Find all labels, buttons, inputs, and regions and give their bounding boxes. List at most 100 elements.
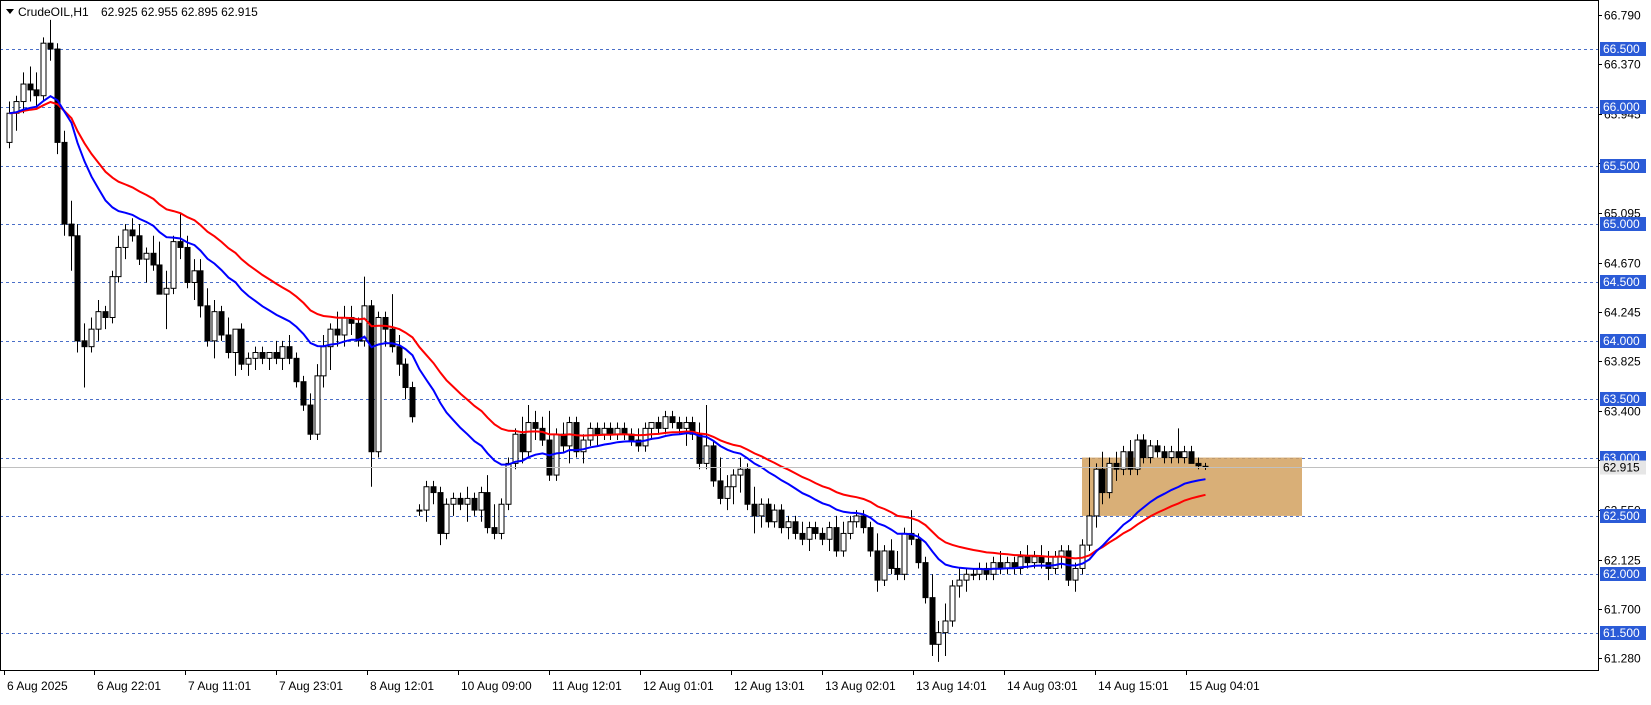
candle[interactable] <box>785 515 792 540</box>
candle[interactable] <box>47 19 54 61</box>
candle[interactable] <box>655 416 662 435</box>
candle[interactable] <box>799 521 806 546</box>
candle[interactable] <box>27 66 34 102</box>
candle[interactable] <box>238 323 245 371</box>
candle[interactable] <box>730 469 737 505</box>
candle[interactable] <box>273 340 280 365</box>
candle[interactable] <box>983 562 990 581</box>
candle[interactable] <box>901 527 908 581</box>
candle[interactable] <box>792 515 799 540</box>
candle[interactable] <box>232 328 239 376</box>
candle[interactable] <box>935 620 942 662</box>
candle[interactable] <box>191 259 198 300</box>
candle[interactable] <box>806 521 813 551</box>
candle[interactable] <box>484 475 491 534</box>
candle[interactable] <box>532 410 539 441</box>
candle[interactable] <box>1004 556 1011 575</box>
candle[interactable] <box>252 346 259 371</box>
candle[interactable] <box>348 305 355 335</box>
candle[interactable] <box>61 130 68 236</box>
candle[interactable] <box>696 422 703 470</box>
candle[interactable] <box>1024 545 1031 569</box>
candle[interactable] <box>416 504 423 516</box>
candle[interactable] <box>847 515 854 540</box>
candle[interactable] <box>669 410 676 429</box>
candle[interactable] <box>819 527 826 546</box>
candle[interactable] <box>956 568 963 598</box>
candle[interactable] <box>122 224 129 260</box>
candle[interactable] <box>1188 445 1195 464</box>
candle[interactable] <box>560 422 567 452</box>
candle[interactable] <box>519 416 526 464</box>
candle[interactable] <box>320 335 327 388</box>
candle[interactable] <box>457 492 464 511</box>
candle[interactable] <box>245 352 252 376</box>
candle[interactable] <box>163 270 170 330</box>
candle[interactable] <box>765 498 772 528</box>
candle[interactable] <box>724 475 731 511</box>
candle[interactable] <box>710 440 717 487</box>
candle[interactable] <box>642 422 649 452</box>
candle[interactable] <box>1154 440 1161 458</box>
candle[interactable] <box>177 212 184 260</box>
candle[interactable] <box>88 317 95 353</box>
candle[interactable] <box>881 545 888 586</box>
candle[interactable] <box>614 422 621 441</box>
candle[interactable] <box>286 335 293 365</box>
candle[interactable] <box>314 364 321 441</box>
candle[interactable] <box>717 457 724 505</box>
candle[interactable] <box>758 498 765 528</box>
candle[interactable] <box>102 305 109 330</box>
candle[interactable] <box>874 533 881 592</box>
candle[interactable] <box>812 521 819 540</box>
price-axis[interactable]: 66.79066.37065.94565.52065.09564.67064.2… <box>1598 9 1646 666</box>
candle[interactable] <box>95 299 102 341</box>
candle[interactable] <box>109 270 116 324</box>
candle[interactable] <box>635 428 642 452</box>
candle[interactable] <box>68 200 75 271</box>
time-axis[interactable]: 6 Aug 2025 6 Aug 22:01 7 Aug 11:01 7 Aug 23… <box>4 670 1261 693</box>
candle[interactable] <box>628 428 635 446</box>
candle[interactable] <box>751 486 758 534</box>
candle[interactable] <box>771 504 778 528</box>
candle[interactable] <box>1011 556 1018 575</box>
candle[interactable] <box>607 422 614 441</box>
candle[interactable] <box>942 603 949 656</box>
candle[interactable] <box>266 352 273 371</box>
candle[interactable] <box>478 486 485 522</box>
candle[interactable] <box>129 218 136 242</box>
candle[interactable] <box>443 498 450 540</box>
candle[interactable] <box>601 422 608 441</box>
candle[interactable] <box>929 574 936 656</box>
candle[interactable] <box>327 323 334 371</box>
candle[interactable] <box>1106 457 1113 499</box>
candle[interactable] <box>40 37 47 102</box>
candle[interactable] <box>922 556 929 604</box>
candle[interactable] <box>949 580 956 627</box>
candle[interactable] <box>546 410 553 481</box>
candle[interactable] <box>566 416 573 464</box>
candle[interactable] <box>908 510 915 546</box>
candle[interactable] <box>744 463 751 511</box>
candle[interactable] <box>1072 562 1079 592</box>
candle[interactable] <box>648 422 655 441</box>
candle[interactable] <box>1093 463 1100 528</box>
candle[interactable] <box>963 568 970 592</box>
candle[interactable] <box>170 235 177 295</box>
candle[interactable] <box>888 539 895 575</box>
candle[interactable] <box>81 323 88 388</box>
candle[interactable] <box>573 416 580 458</box>
candle[interactable] <box>1052 550 1059 575</box>
candle[interactable] <box>491 504 498 540</box>
candle[interactable] <box>621 422 628 441</box>
candle[interactable] <box>293 352 300 388</box>
candle[interactable] <box>211 299 218 359</box>
candle[interactable] <box>423 480 430 522</box>
candle[interactable] <box>471 492 478 516</box>
candle[interactable] <box>826 521 833 551</box>
candle[interactable] <box>840 521 847 557</box>
candle[interactable] <box>437 486 444 546</box>
candle[interactable] <box>409 381 416 423</box>
candle[interactable] <box>450 492 457 516</box>
candle[interactable] <box>218 305 225 341</box>
